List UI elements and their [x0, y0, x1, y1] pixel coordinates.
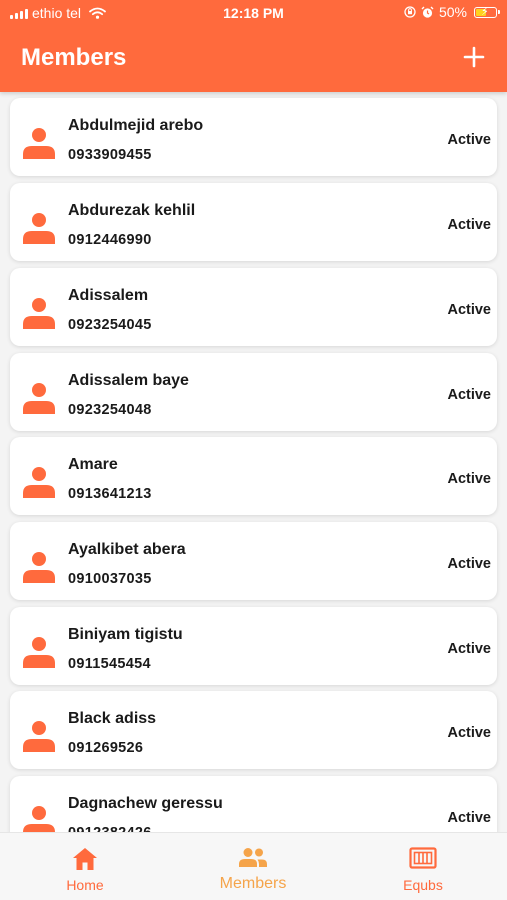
status-bar-right: 50% ⚡ [404, 4, 500, 20]
add-member-button[interactable] [461, 44, 487, 70]
person-icon [23, 128, 55, 159]
member-phone: 091269526 [68, 740, 144, 756]
nav-tab-home[interactable]: Home [25, 833, 145, 900]
person-icon [23, 298, 55, 329]
nav-tab-equbs[interactable]: Equbs [363, 833, 483, 900]
person-icon [23, 552, 55, 583]
member-status: Active [447, 387, 491, 403]
nav-tab-members[interactable]: Members [193, 833, 313, 900]
equbs-icon [409, 847, 437, 869]
app-screen: ethio tel 12:18 PM 50% ⚡ Members Abdulme… [0, 0, 507, 900]
member-card[interactable]: Dagnachew geressu 0912382426 Active [10, 776, 497, 832]
member-card[interactable]: Amare 0913641213 Active [10, 437, 497, 515]
member-status: Active [447, 641, 491, 657]
member-card[interactable]: Adissalem baye 0923254048 Active [10, 353, 497, 431]
nav-label-home: Home [66, 877, 104, 893]
member-phone: 0912382426 [68, 825, 152, 832]
member-phone: 0910037035 [68, 571, 152, 587]
member-phone: 0933909455 [68, 147, 152, 163]
home-icon [73, 848, 97, 870]
charging-bolt-icon: ⚡ [481, 5, 489, 18]
nav-label-members: Members [219, 875, 287, 892]
nav-label-equbs: Equbs [403, 877, 443, 893]
page-title: Members [21, 44, 127, 71]
member-name: Abdurezak kehlil [68, 202, 196, 219]
member-card[interactable]: Biniyam tigistu 0911545454 Active [10, 607, 497, 685]
alarm-icon [421, 6, 434, 18]
battery-percent: 50% [438, 4, 467, 20]
member-card[interactable]: Ayalkibet abera 0910037035 Active [10, 522, 497, 600]
plus-icon [463, 46, 485, 68]
member-phone: 0912446990 [68, 232, 152, 248]
member-name: Dagnachew geressu [68, 795, 223, 812]
member-phone: 0923254045 [68, 317, 152, 333]
member-name: Amare [68, 456, 118, 473]
member-status: Active [447, 217, 491, 233]
battery-icon: ⚡ [474, 5, 500, 18]
member-name: Biniyam tigistu [68, 626, 183, 643]
member-status: Active [447, 556, 491, 572]
member-card[interactable]: Adissalem 0923254045 Active [10, 268, 497, 346]
person-icon [23, 806, 55, 832]
member-card[interactable]: Black adiss 091269526 Active [10, 691, 497, 769]
member-phone: 0913641213 [68, 486, 152, 502]
member-status: Active [447, 725, 491, 741]
member-card[interactable]: Abdulmejid arebo 0933909455 Active [10, 98, 497, 176]
member-name: Adissalem [68, 287, 149, 304]
person-icon [23, 383, 55, 414]
member-status: Active [447, 471, 491, 487]
member-name: Ayalkibet abera [68, 541, 186, 558]
member-phone: 0923254048 [68, 402, 152, 418]
orientation-lock-icon [404, 6, 416, 18]
header: ethio tel 12:18 PM 50% ⚡ Members [0, 0, 507, 92]
member-status: Active [447, 302, 491, 318]
member-list[interactable]: Abdulmejid arebo 0933909455 Active Abdur… [0, 92, 507, 832]
member-name: Adissalem baye [68, 372, 189, 389]
person-icon [23, 637, 55, 668]
person-icon [23, 721, 55, 752]
member-name: Abdulmejid arebo [68, 117, 204, 134]
member-name: Black adiss [68, 710, 157, 727]
member-phone: 0911545454 [68, 656, 151, 672]
people-icon [239, 848, 267, 867]
member-status: Active [447, 810, 491, 826]
person-icon [23, 467, 55, 498]
status-bar: ethio tel 12:18 PM 50% ⚡ [0, 0, 507, 26]
member-card[interactable]: Abdurezak kehlil 0912446990 Active [10, 183, 497, 261]
bottom-nav: Home Members Equbs [0, 832, 507, 900]
person-icon [23, 213, 55, 244]
member-status: Active [447, 132, 491, 148]
